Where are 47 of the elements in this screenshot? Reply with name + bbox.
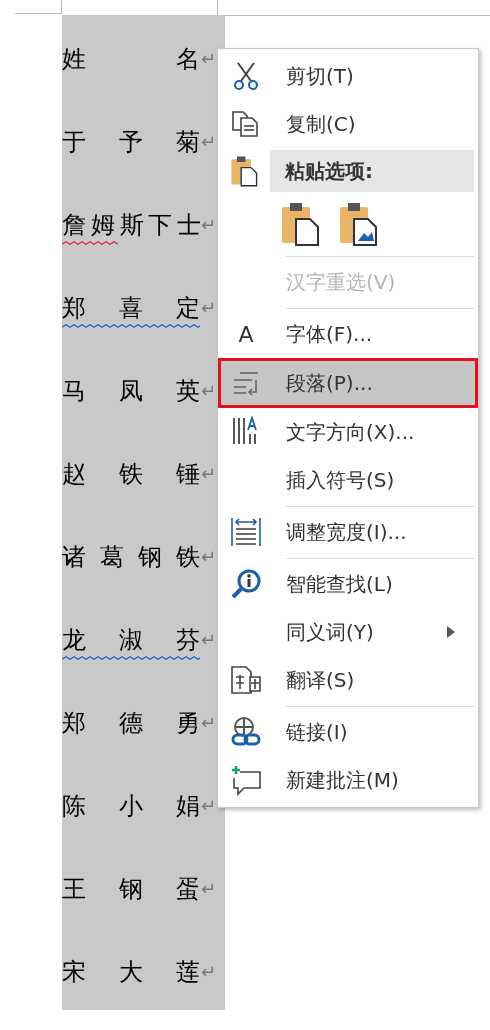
paragraph-mark: ↵ [201,877,217,901]
new-comment-icon [230,764,262,796]
search-icon [230,568,262,600]
paragraph-mark: ↵ [201,462,217,486]
name-text: 赵铁锤 [62,458,200,490]
adjust-width-icon [230,516,262,548]
menu-item[interactable]: 段落(P)... [218,358,478,408]
scissors-icon [233,61,259,91]
menu-item[interactable]: 翻译(S) [218,656,478,704]
link-icon [230,716,262,748]
font-icon: A [238,317,254,351]
paragraph-mark: ↵ [201,960,217,984]
menu-item[interactable]: 新建批注(M) [218,756,478,804]
translate-icon [230,665,262,695]
name-text: 郑德勇 [62,707,200,739]
name-text: 王钢蛋 [62,873,200,905]
paragraph-mark: ↵ [201,628,217,652]
menu-item[interactable]: 智能查找(L) [218,560,478,608]
paste-picture-icon[interactable] [338,201,378,247]
paragraph-mark: ↵ [201,130,217,154]
paragraph-mark: ↵ [201,296,217,320]
menu-item[interactable]: 链接(I) [218,708,478,756]
paste-options-header: 粘贴选项: [270,150,474,192]
menu-item[interactable]: 剪切(T) [218,52,478,100]
menu-item[interactable]: 复制(C) [218,100,478,148]
submenu-arrow-icon [447,626,455,638]
menu-item[interactable]: 文字方向(X)... [218,408,478,456]
menu-item[interactable]: 调整宽度(I)... [218,508,478,556]
paragraph-mark: ↵ [201,545,217,569]
name-text: 马凤英 [62,375,200,407]
paragraph-mark: ↵ [201,47,217,71]
paragraph-icon [232,370,260,396]
paragraph-mark: ↵ [201,379,217,403]
clipboard-icon [230,154,258,188]
paste-keep-source-icon[interactable] [280,201,320,247]
menu-item[interactable]: A 字体(F)... [218,310,478,358]
paragraph-mark: ↵ [201,794,217,818]
name-text: 陈小娟 [62,790,200,822]
copy-icon [231,110,261,138]
name-text: 于予菊 [62,126,200,158]
paragraph-mark: ↵ [201,213,217,237]
menu-item[interactable]: 插入符号(S) [218,456,478,504]
name-text: 宋大莲 [62,956,200,988]
name-text: 姓名 [62,43,200,75]
paragraph-mark: ↵ [201,711,217,735]
menu-item[interactable]: 同义词(Y) [218,608,478,656]
name-text: 诸葛钢铁 [62,541,200,573]
